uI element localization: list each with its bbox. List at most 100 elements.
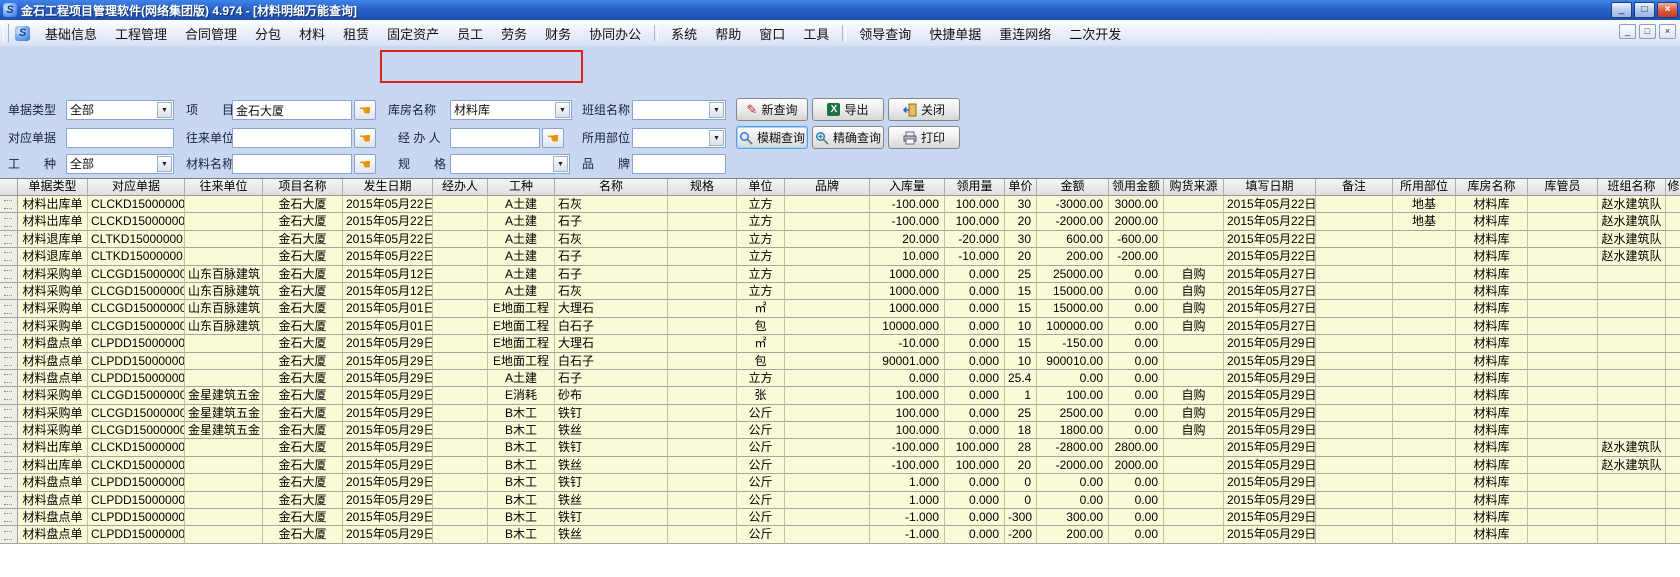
column-header[interactable]: 单位 bbox=[737, 179, 785, 196]
row-indicator[interactable] bbox=[0, 353, 18, 370]
menu-item[interactable]: 二次开发 bbox=[1060, 21, 1130, 46]
table-row[interactable]: 材料采购单CLCGD150000004山东百脉建筑金石大厦2015年05月12日… bbox=[0, 266, 1680, 283]
column-header[interactable]: 所用部位 bbox=[1393, 179, 1456, 196]
menu-item[interactable]: 帮助 bbox=[706, 21, 750, 46]
table-row[interactable]: 材料出库单CLCKD150000001金石大厦2015年05月22日A土建石子立… bbox=[0, 213, 1680, 230]
chevron-down-icon[interactable]: ▼ bbox=[157, 156, 172, 172]
row-indicator[interactable] bbox=[0, 335, 18, 352]
table-row[interactable]: 材料盘点单CLPDD150000002金石大厦2015年05月29日B木工铁钉公… bbox=[0, 474, 1680, 491]
column-header[interactable]: 库房名称 bbox=[1456, 179, 1528, 196]
table-row[interactable]: 材料采购单CLCGD150000006金星建筑五金金石大厦2015年05月29日… bbox=[0, 405, 1680, 422]
row-indicator[interactable] bbox=[0, 266, 18, 283]
column-header[interactable]: 对应单据 bbox=[88, 179, 185, 196]
column-header[interactable]: 工种 bbox=[488, 179, 555, 196]
row-indicator[interactable] bbox=[0, 387, 18, 404]
menu-item[interactable]: 系统 bbox=[662, 21, 706, 46]
menu-item[interactable]: 材料 bbox=[290, 21, 334, 46]
close-button[interactable]: × bbox=[1657, 2, 1678, 18]
row-indicator[interactable] bbox=[0, 231, 18, 248]
chevron-down-icon[interactable]: ▼ bbox=[709, 130, 724, 146]
table-row[interactable]: 材料采购单CLCGD150000005山东百脉建筑金石大厦2015年05月01日… bbox=[0, 300, 1680, 317]
row-indicator[interactable] bbox=[0, 370, 18, 387]
menu-item[interactable]: 合同管理 bbox=[176, 21, 246, 46]
row-indicator[interactable] bbox=[0, 526, 18, 543]
table-row[interactable]: 材料退库单CLTKD150000001金石大厦2015年05月22日A土建石子立… bbox=[0, 248, 1680, 265]
menu-item[interactable]: 租赁 bbox=[334, 21, 378, 46]
column-header[interactable]: 班组名称 bbox=[1598, 179, 1666, 196]
fuzzy-query-button[interactable]: 模糊查询 bbox=[736, 126, 808, 149]
column-header[interactable]: 领用金额 bbox=[1109, 179, 1164, 196]
row-indicator[interactable] bbox=[0, 318, 18, 335]
bill-type-select[interactable]: 全部 ▼ bbox=[66, 100, 174, 120]
mdi-minimize-button[interactable]: _ bbox=[1619, 24, 1636, 39]
ref-bill-input[interactable] bbox=[66, 128, 174, 148]
column-header[interactable]: 往来单位 bbox=[185, 179, 263, 196]
used-part-select[interactable]: ▼ bbox=[632, 128, 726, 148]
table-row[interactable]: 材料采购单CLCGD150000006金星建筑五金金石大厦2015年05月29日… bbox=[0, 422, 1680, 439]
work-type-select[interactable]: 全部 ▼ bbox=[66, 154, 174, 174]
table-row[interactable]: 材料出库单CLCKD150000002金石大厦2015年05月29日B木工铁丝公… bbox=[0, 457, 1680, 474]
column-header[interactable]: 单价 bbox=[1005, 179, 1037, 196]
column-header[interactable]: 购货来源 bbox=[1164, 179, 1224, 196]
menu-item[interactable]: 工具 bbox=[794, 21, 838, 46]
menu-item[interactable]: 快捷单据 bbox=[920, 21, 990, 46]
column-header[interactable]: 发生日期 bbox=[343, 179, 433, 196]
partner-input[interactable] bbox=[232, 128, 352, 148]
table-row[interactable]: 材料采购单CLCGD150000005山东百脉建筑金石大厦2015年05月01日… bbox=[0, 318, 1680, 335]
row-indicator[interactable] bbox=[0, 439, 18, 456]
column-header[interactable]: 名称 bbox=[555, 179, 668, 196]
menu-item[interactable]: 财务 bbox=[536, 21, 580, 46]
column-header[interactable]: 金额 bbox=[1037, 179, 1109, 196]
menu-item[interactable]: 员工 bbox=[448, 21, 492, 46]
column-header[interactable]: 规格 bbox=[668, 179, 737, 196]
partner-picker-button[interactable]: ☚ bbox=[354, 128, 376, 148]
row-indicator[interactable] bbox=[0, 248, 18, 265]
chevron-down-icon[interactable]: ▼ bbox=[555, 102, 570, 118]
row-indicator[interactable] bbox=[0, 509, 18, 526]
team-select[interactable]: ▼ bbox=[632, 100, 726, 120]
table-row[interactable]: 材料采购单CLCGD150000004山东百脉建筑金石大厦2015年05月12日… bbox=[0, 283, 1680, 300]
maximize-button[interactable]: □ bbox=[1634, 2, 1655, 18]
menu-item[interactable]: 固定资产 bbox=[378, 21, 448, 46]
column-header[interactable]: 备注 bbox=[1316, 179, 1393, 196]
chevron-down-icon[interactable]: ▼ bbox=[157, 102, 172, 118]
table-row[interactable]: 材料盘点单CLPDD150000003金石大厦2015年05月29日B木工铁丝公… bbox=[0, 526, 1680, 543]
column-header[interactable]: 品牌 bbox=[785, 179, 870, 196]
project-input[interactable] bbox=[232, 100, 352, 120]
chevron-down-icon[interactable]: ▼ bbox=[553, 156, 568, 172]
warehouse-select[interactable]: 材料库 ▼ bbox=[450, 100, 572, 120]
print-button[interactable]: 打印 bbox=[888, 126, 960, 149]
row-indicator[interactable] bbox=[0, 196, 18, 213]
menu-item[interactable]: 重连网络 bbox=[990, 21, 1060, 46]
table-row[interactable]: 材料盘点单CLPDD150000001金石大厦2015年05月29日A土建石子立… bbox=[0, 370, 1680, 387]
handler-input[interactable] bbox=[450, 128, 540, 148]
export-button[interactable]: X 导出 bbox=[812, 98, 884, 121]
column-header[interactable]: 经办人 bbox=[433, 179, 488, 196]
row-indicator[interactable] bbox=[0, 283, 18, 300]
menu-item[interactable]: 协同办公 bbox=[580, 21, 650, 46]
mdi-close-button[interactable]: × bbox=[1659, 24, 1676, 39]
table-row[interactable]: 材料盘点单CLPDD150000001金石大厦2015年05月29日E地面工程白… bbox=[0, 353, 1680, 370]
table-row[interactable]: 材料采购单CLCGD150000006金星建筑五金金石大厦2015年05月29日… bbox=[0, 387, 1680, 404]
new-query-button[interactable]: ✎ 新查询 bbox=[736, 98, 808, 121]
column-header[interactable]: 项目名称 bbox=[263, 179, 343, 196]
row-indicator[interactable] bbox=[0, 474, 18, 491]
table-row[interactable]: 材料出库单CLCKD150000001金石大厦2015年05月22日A土建石灰立… bbox=[0, 196, 1680, 213]
row-indicator[interactable] bbox=[0, 457, 18, 474]
menu-item[interactable]: 工程管理 bbox=[106, 21, 176, 46]
material-picker-button[interactable]: ☚ bbox=[354, 154, 376, 174]
menu-item[interactable]: 劳务 bbox=[492, 21, 536, 46]
table-row[interactable]: 材料盘点单CLPDD150000002金石大厦2015年05月29日B木工铁丝公… bbox=[0, 492, 1680, 509]
minimize-button[interactable]: _ bbox=[1611, 2, 1632, 18]
handler-picker-button[interactable]: ☚ bbox=[542, 128, 564, 148]
table-row[interactable]: 材料盘点单CLPDD150000001金石大厦2015年05月29日E地面工程大… bbox=[0, 335, 1680, 352]
menu-item[interactable]: 基础信息 bbox=[36, 21, 106, 46]
column-header[interactable]: 填写日期 bbox=[1224, 179, 1316, 196]
menu-item[interactable]: 分包 bbox=[246, 21, 290, 46]
spec-select[interactable]: ▼ bbox=[450, 154, 570, 174]
menu-item[interactable]: 窗口 bbox=[750, 21, 794, 46]
menu-item[interactable]: 领导查询 bbox=[850, 21, 920, 46]
chevron-down-icon[interactable]: ▼ bbox=[709, 102, 724, 118]
column-header[interactable]: 修改人 bbox=[1666, 179, 1680, 196]
row-indicator[interactable] bbox=[0, 422, 18, 439]
